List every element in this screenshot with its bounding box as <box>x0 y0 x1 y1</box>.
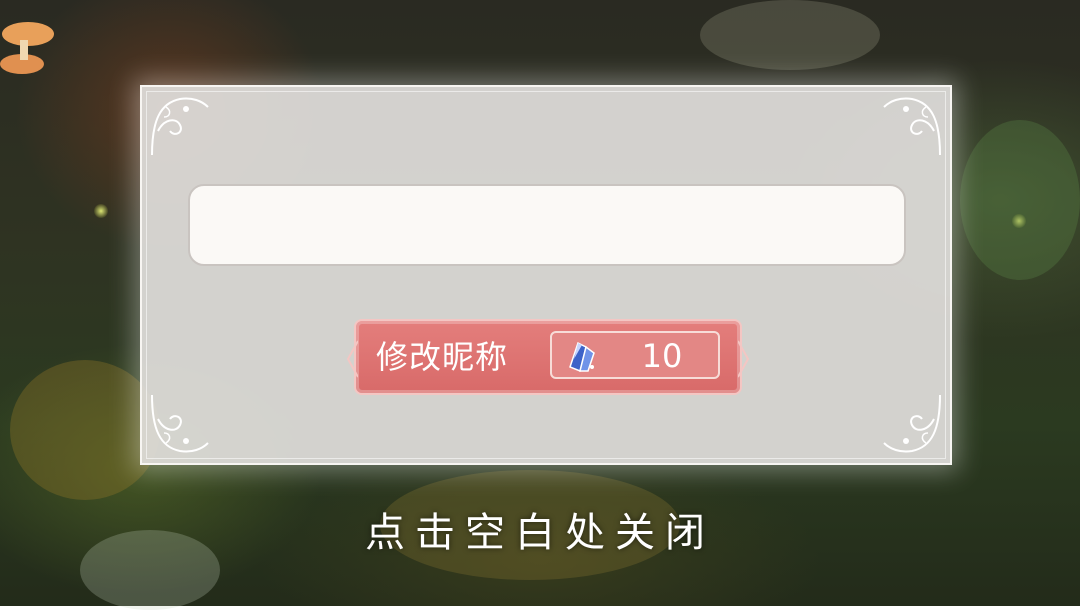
rename-dialog: 修改昵称 10 <box>140 85 952 465</box>
blue-crystal-icon <box>569 341 595 373</box>
button-notch-icon <box>738 340 750 378</box>
button-notch-icon <box>346 340 358 378</box>
ornament-corner-icon <box>151 394 209 453</box>
ornament-corner-icon <box>883 97 941 156</box>
ornament-corner-icon <box>151 97 209 156</box>
bush-decoration <box>700 0 880 70</box>
cost-display: 10 <box>550 331 720 379</box>
cost-value: 10 <box>641 337 683 375</box>
rename-button-label: 修改昵称 <box>376 338 509 376</box>
ornament-corner-icon <box>883 394 941 453</box>
bush-decoration <box>960 120 1080 280</box>
bush-decoration <box>10 360 160 500</box>
rename-nickname-button[interactable]: 修改昵称 10 <box>346 319 750 395</box>
mushroom-decoration <box>0 22 54 74</box>
firefly-decoration <box>94 204 108 218</box>
tap-empty-to-close-hint: 点击空白处关闭 <box>365 510 715 556</box>
nickname-input[interactable] <box>188 184 906 266</box>
